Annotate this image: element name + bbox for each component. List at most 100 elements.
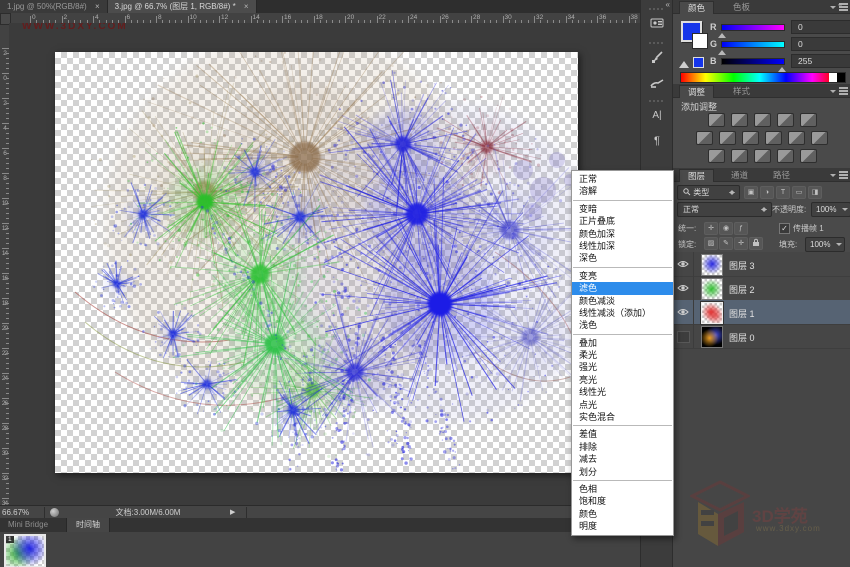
close-icon[interactable]: × [244, 2, 249, 11]
black-swatch[interactable] [837, 73, 845, 82]
propagate-frame-checkbox[interactable]: ✓ [779, 223, 790, 234]
blend-mode-option[interactable]: 浅色 [572, 319, 673, 331]
tab-color[interactable]: 颜色 [679, 1, 714, 14]
layer-visibility-toggle[interactable] [673, 324, 694, 348]
filter-type-layers-icon[interactable]: T [776, 186, 790, 199]
blend-mode-option[interactable]: 实色混合 [572, 411, 673, 423]
unify-position-icon[interactable]: ✛ [704, 222, 718, 235]
blue-slider[interactable] [721, 58, 785, 65]
tab-layers[interactable]: 图层 [679, 169, 714, 182]
posterize-adjustment-icon[interactable] [731, 149, 748, 163]
tab-timeline[interactable]: 时间轴 [66, 518, 110, 532]
fill-value-field[interactable]: 100% [805, 237, 845, 252]
close-icon[interactable]: × [95, 2, 100, 11]
clone-source-panel-icon[interactable] [645, 12, 669, 34]
unify-visibility-icon[interactable]: ◉ [719, 222, 733, 235]
tab-paths[interactable]: 路径 [765, 169, 798, 181]
blend-mode-option[interactable]: 划分 [572, 466, 673, 478]
layer-thumbnail[interactable] [701, 302, 723, 324]
filter-pixel-layers-icon[interactable]: ▣ [744, 186, 758, 199]
blend-mode-option[interactable]: 柔光 [572, 349, 673, 361]
tab-swatches[interactable]: 色板 [725, 1, 758, 13]
blend-mode-option[interactable]: 深色 [572, 252, 673, 264]
document-tab-2[interactable]: 3.jpg @ 66.7% (图层 1, RGB/8#) * × [108, 0, 257, 13]
layer-visibility-toggle[interactable] [673, 300, 694, 324]
blend-mode-option[interactable]: 滤色 [572, 282, 673, 294]
blend-mode-option[interactable]: 点光 [572, 399, 673, 411]
layer-thumbnail[interactable] [701, 278, 723, 300]
character-panel-icon[interactable]: A| [645, 104, 669, 126]
unify-style-icon[interactable]: ƒ [734, 222, 748, 235]
collapse-dock-icon[interactable]: « [666, 0, 670, 9]
blend-mode-option[interactable]: 强光 [572, 361, 673, 373]
color-lookup-adjustment-icon[interactable] [811, 131, 828, 145]
layer-row-图层 1[interactable]: 图层 1 [673, 300, 850, 325]
layer-thumbnail[interactable] [701, 326, 723, 348]
layer-row-图层 0[interactable]: 图层 0 [673, 324, 850, 349]
brightness-contrast-adjustment-icon[interactable] [708, 113, 725, 127]
document-canvas[interactable] [55, 52, 578, 473]
gradient-map-adjustment-icon[interactable] [777, 149, 794, 163]
gamut-warning-icon[interactable] [679, 56, 689, 68]
invert-adjustment-icon[interactable] [708, 149, 725, 163]
layer-name[interactable]: 图层 0 [729, 331, 755, 344]
blend-mode-option[interactable]: 叠加 [572, 337, 673, 349]
layer-name[interactable]: 图层 3 [729, 259, 755, 272]
collapse-panels-icon[interactable]: « [838, 0, 842, 9]
blend-mode-option[interactable]: 色相 [572, 483, 673, 495]
photo-filter-adjustment-icon[interactable] [765, 131, 782, 145]
blend-mode-option[interactable]: 线性减淡（添加） [572, 307, 673, 319]
lock-transparency-icon[interactable]: ▨ [704, 237, 718, 250]
exposure-adjustment-icon[interactable] [777, 113, 794, 127]
green-slider[interactable] [721, 41, 785, 48]
slider-thumb-icon[interactable] [778, 63, 786, 72]
layer-visibility-toggle[interactable] [673, 252, 694, 276]
document-tab-1[interactable]: 1.jpg @ 50%(RGB/8#) × [0, 0, 108, 13]
opacity-value-field[interactable]: 100% [811, 202, 850, 217]
blend-mode-option[interactable]: 颜色减淡 [572, 295, 673, 307]
blend-mode-option[interactable]: 线性加深 [572, 240, 673, 252]
blend-mode-option[interactable]: 明度 [572, 520, 673, 532]
channel-mixer-adjustment-icon[interactable] [788, 131, 805, 145]
paragraph-panel-icon[interactable]: ¶ [645, 130, 669, 152]
layer-row-图层 2[interactable]: 图层 2 [673, 276, 850, 301]
blend-mode-option[interactable]: 正常 [572, 173, 673, 185]
hue-saturation-adjustment-icon[interactable] [696, 131, 713, 145]
timeline-frame-thumbnail[interactable]: 1 [4, 534, 46, 567]
black-white-adjustment-icon[interactable] [742, 131, 759, 145]
blend-mode-option[interactable]: 颜色加深 [572, 228, 673, 240]
filter-shape-layers-icon[interactable]: ▭ [792, 186, 806, 199]
brush-presets-panel-icon[interactable] [645, 46, 669, 68]
blend-mode-dropdown[interactable]: 正常 [677, 202, 772, 217]
color-balance-adjustment-icon[interactable] [719, 131, 736, 145]
gamut-color-swatch[interactable] [693, 57, 704, 68]
panel-menu-icon[interactable] [836, 87, 848, 95]
layer-row-图层 3[interactable]: 图层 3 [673, 252, 850, 277]
levels-adjustment-icon[interactable] [731, 113, 748, 127]
tab-adjustments[interactable]: 调整 [679, 85, 714, 98]
blend-mode-option[interactable]: 差值 [572, 428, 673, 440]
layer-visibility-toggle[interactable] [673, 276, 694, 300]
white-swatch[interactable] [829, 73, 837, 82]
color-spectrum-ramp[interactable] [680, 72, 846, 83]
blend-mode-option[interactable]: 正片叠底 [572, 215, 673, 227]
layer-name[interactable]: 图层 1 [729, 307, 755, 320]
curves-adjustment-icon[interactable] [754, 113, 771, 127]
blue-value-field[interactable]: 255 [791, 54, 850, 68]
blend-mode-option[interactable]: 排除 [572, 441, 673, 453]
filter-smart-objects-icon[interactable]: ◨ [808, 186, 822, 199]
blend-mode-option[interactable]: 溶解 [572, 185, 673, 197]
vibrance-adjustment-icon[interactable] [800, 113, 817, 127]
tab-channels[interactable]: 通道 [723, 169, 756, 181]
selective-color-adjustment-icon[interactable] [800, 149, 817, 163]
blend-mode-option[interactable]: 线性光 [572, 386, 673, 398]
blend-mode-option[interactable]: 饱和度 [572, 495, 673, 507]
lock-position-icon[interactable]: ✛ [734, 237, 748, 250]
blend-mode-option[interactable]: 减去 [572, 453, 673, 465]
lock-pixels-icon[interactable]: ✎ [719, 237, 733, 250]
green-value-field[interactable]: 0 [791, 37, 850, 51]
red-value-field[interactable]: 0 [791, 20, 850, 34]
tab-styles[interactable]: 样式 [725, 85, 758, 97]
blend-mode-option[interactable]: 颜色 [572, 508, 673, 520]
blend-mode-option[interactable]: 变暗 [572, 203, 673, 215]
